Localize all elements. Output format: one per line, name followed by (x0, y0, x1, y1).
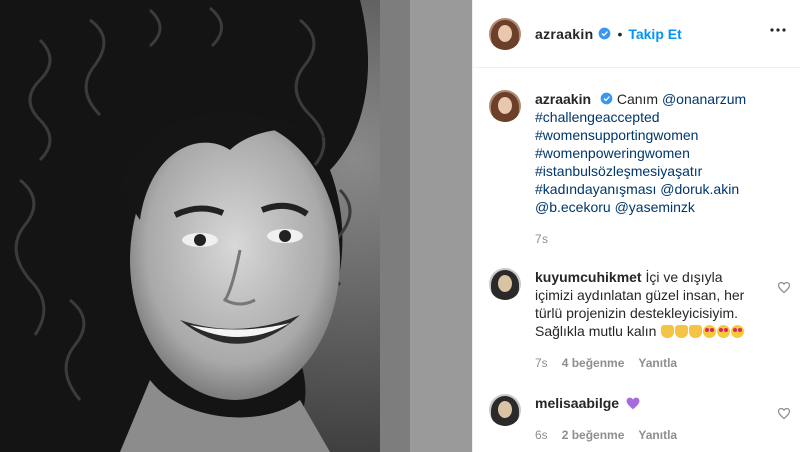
header-separator: • (617, 25, 623, 42)
purple-heart-emoji-icon (626, 397, 640, 410)
caption-text: azraakin Canım @onanarzum #challengeacce… (535, 90, 784, 248)
mention-link[interactable]: @yaseminzk (615, 199, 695, 215)
reply-button[interactable]: Yanıtla (638, 354, 677, 372)
hashtag-link[interactable]: #womenpoweringwomen (535, 145, 690, 161)
caption-username[interactable]: azraakin (535, 91, 591, 107)
comment-body: melisaabilge 6s 2 beğenme Yanıtla (535, 394, 755, 444)
caption-timestamp[interactable]: 7s (535, 230, 784, 248)
post-side-panel: azraakin • Takip Et azraakin Canım @onan… (472, 0, 800, 452)
comment-body: kuyumcuhikmet İçi ve dışıyla içimizi ayd… (535, 268, 755, 372)
comment-meta: 7s 4 beğenme Yanıtla (535, 354, 755, 372)
author-username[interactable]: azraakin (535, 26, 593, 42)
commenter-avatar[interactable] (489, 268, 521, 300)
comment-text-line: içimizi aydınlatan güzel insan, her (535, 287, 745, 303)
verified-badge-icon (600, 92, 613, 105)
comment-likes[interactable]: 2 beğenme (562, 426, 625, 444)
comment-timestamp[interactable]: 7s (535, 354, 548, 372)
comment-text-line: İçi ve dışıyla (645, 269, 723, 285)
mention-link[interactable]: @onanarzum (662, 91, 746, 107)
mention-link[interactable]: @doruk.akin (660, 181, 739, 197)
comment-meta: 6s 2 beğenme Yanıtla (535, 426, 755, 444)
folded-hands-emoji-icon (661, 325, 675, 338)
post-caption: azraakin Canım @onanarzum #challengeacce… (473, 68, 800, 248)
folded-hands-emoji-icon (675, 325, 689, 338)
more-options-icon[interactable] (770, 28, 786, 32)
hashtag-link[interactable]: #womensupportingwomen (535, 127, 698, 143)
post-header: azraakin • Takip Et (473, 0, 800, 68)
post-photo[interactable] (0, 0, 472, 452)
comment-username[interactable]: kuyumcuhikmet (535, 269, 642, 285)
verified-badge-icon (599, 27, 611, 40)
comment-item: kuyumcuhikmet İçi ve dışıyla içimizi ayd… (473, 268, 800, 372)
hashtag-link[interactable]: #kadındayanışması (535, 181, 656, 197)
instagram-post-modal: azraakin • Takip Et azraakin Canım @onan… (0, 0, 800, 452)
selfie-image (0, 0, 472, 452)
author-avatar[interactable] (489, 17, 521, 50)
comment-username[interactable]: melisaabilge (535, 395, 619, 411)
comment-timestamp[interactable]: 6s (535, 426, 548, 444)
comment-item: melisaabilge 6s 2 beğenme Yanıtla (473, 394, 800, 444)
mention-link[interactable]: @b.ecekoru (535, 199, 611, 215)
comment-text-line: türlü projenizin destekleyicisiyim. (535, 305, 739, 321)
comment-text-line: Sağlıkla mutlu kalın (535, 323, 657, 339)
heart-eyes-emoji-icon (717, 325, 731, 338)
reply-button[interactable]: Yanıtla (638, 426, 677, 444)
folded-hands-emoji-icon (689, 325, 703, 338)
heart-icon[interactable] (778, 282, 790, 293)
hashtag-link[interactable]: #challengeaccepted (535, 109, 660, 125)
commenter-avatar[interactable] (489, 394, 521, 426)
follow-button[interactable]: Takip Et (628, 26, 681, 42)
caption-prefix: Canım (616, 91, 659, 107)
caption-avatar[interactable] (489, 90, 521, 122)
comment-likes[interactable]: 4 beğenme (562, 354, 625, 372)
heart-eyes-emoji-icon (731, 325, 745, 338)
heart-icon[interactable] (778, 408, 790, 419)
hashtag-link[interactable]: #istanbulsözleşmesiyaşatır (535, 163, 702, 179)
heart-eyes-emoji-icon (703, 325, 717, 338)
